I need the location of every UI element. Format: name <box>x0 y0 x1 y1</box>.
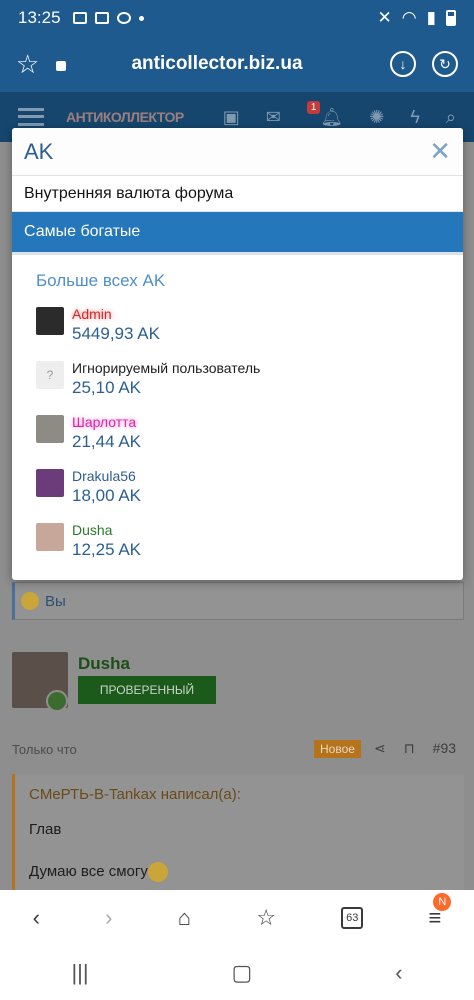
download-icon[interactable]: ↓ <box>390 51 416 77</box>
status-time: 13:25 <box>18 8 61 27</box>
avatar[interactable] <box>36 415 64 443</box>
search-icon[interactable]: ⌕ <box>446 107 456 128</box>
recent-apps-icon[interactable]: ||| <box>71 960 88 986</box>
popup-subtitle: Внутренняя валюта форума <box>12 176 463 212</box>
reactions-bar[interactable]: Вы <box>12 582 464 620</box>
user-amount: 18,00 AK <box>72 486 142 505</box>
signal-icon: ▮ <box>426 8 436 27</box>
system-nav-bar: ||| ▢ ‹ <box>0 946 474 1000</box>
user-amount: 12,25 AK <box>72 540 142 559</box>
reply-text: Думаю все смогу <box>29 862 148 880</box>
currency-popup: AK ✕ Внутренняя валюта форума Самые бога… <box>12 128 463 580</box>
user-name[interactable]: Шарлотта <box>72 413 141 431</box>
quote-author[interactable]: CMeРТЬ-В-Tankax написал(а): <box>29 786 450 803</box>
alert-badge: 1 <box>306 100 321 114</box>
bulb-icon[interactable]: ✺ <box>369 107 384 128</box>
wifi-icon: ◠ <box>401 8 417 27</box>
site-logo[interactable]: АНТИКОЛЛЕКТОР <box>66 109 184 125</box>
url-text[interactable]: anticollector.biz.ua <box>80 53 354 75</box>
tabs-button[interactable]: 63 <box>341 907 364 929</box>
bookmark-star-icon[interactable]: ☆ <box>16 49 56 80</box>
verified-badge: ПРОВЕРЕННЫЙ <box>78 676 216 704</box>
home-icon[interactable]: ⌂ <box>178 905 191 931</box>
bookmark-icon[interactable]: ⊓ <box>404 740 415 757</box>
more-dot-icon <box>138 15 144 21</box>
user-amount: 5449,93 AK <box>72 324 160 343</box>
love-reaction-icon <box>21 592 39 610</box>
user-amount: 21,44 AK <box>72 432 142 451</box>
online-status-icon <box>46 690 68 712</box>
notification-icons <box>72 12 144 24</box>
section-title: Больше всех AK <box>36 271 166 290</box>
user-name: Игнорируемый пользователь <box>72 360 261 376</box>
lightning-icon[interactable]: ϟ <box>410 107 420 128</box>
mail-icon[interactable]: ✉ <box>266 107 281 128</box>
user-name[interactable]: Dusha <box>72 521 141 539</box>
user-amount: 25,10 AK <box>72 378 142 397</box>
music-icon <box>94 12 109 24</box>
smile-emoji-icon <box>147 862 168 882</box>
list-item[interactable]: Drakula56 18,00 AK <box>12 461 463 515</box>
battery-icon <box>446 10 456 26</box>
home-button-icon[interactable]: ▢ <box>232 960 253 986</box>
url-bar: ☆ anticollector.biz.ua ↓ ↻ <box>0 36 474 92</box>
user-name[interactable]: Admin <box>72 305 160 323</box>
avatar[interactable] <box>36 469 64 497</box>
popup-header: AK ✕ <box>12 128 463 176</box>
mute-icon: ✕ <box>377 8 392 27</box>
reaction-text: Вы <box>45 592 66 610</box>
bookmarks-icon[interactable]: ☆ <box>256 905 276 931</box>
quote-text: Глав <box>29 821 62 838</box>
reload-icon[interactable]: ↻ <box>432 51 458 77</box>
menu-icon[interactable] <box>18 108 44 126</box>
post-number[interactable]: #93 <box>433 740 456 757</box>
post-time[interactable]: Только что <box>12 742 77 757</box>
popup-title: AK <box>24 138 54 164</box>
gallery-icon <box>72 12 87 24</box>
list-item[interactable]: ? Игнорируемый пользователь 25,10 AK <box>12 353 463 407</box>
avatar[interactable] <box>36 307 64 335</box>
forward-icon[interactable]: › <box>105 905 112 931</box>
list-item[interactable]: Dusha 12,25 AK <box>12 515 463 569</box>
share-icon[interactable]: ⋖ <box>374 740 386 757</box>
status-bar: 13:25 ✕ ◠ ▮ <box>0 0 474 36</box>
back-icon[interactable]: ‹ <box>33 905 40 931</box>
menu-badge: N <box>433 893 452 911</box>
browser-toolbar: ‹ › ⌂ ☆ 63 ≡ N <box>0 890 474 946</box>
post-author-name[interactable]: Dusha <box>78 654 130 674</box>
list-item[interactable]: Admin 5449,93 AK <box>12 299 463 353</box>
list-item[interactable]: Шарлотта 21,44 AK <box>12 407 463 461</box>
new-badge: Новое <box>314 740 361 758</box>
avatar[interactable] <box>36 523 64 551</box>
user-name[interactable]: Drakula56 <box>72 467 141 485</box>
quote-block: CMeРТЬ-В-Tankax написал(а): Глав Думаю в… <box>12 774 464 890</box>
avatar-icon[interactable]: ▣ <box>223 107 240 128</box>
close-icon[interactable]: ✕ <box>429 136 451 167</box>
bell-icon[interactable]: 🔔︎ <box>320 107 343 128</box>
avatar: ? <box>36 361 64 389</box>
tab-richest[interactable]: Самые богатые <box>12 212 463 252</box>
browser-menu-button[interactable]: ≡ N <box>428 893 452 931</box>
dnd-icon <box>116 12 131 24</box>
lock-icon[interactable] <box>56 61 66 71</box>
system-back-icon[interactable]: ‹ <box>395 960 402 986</box>
